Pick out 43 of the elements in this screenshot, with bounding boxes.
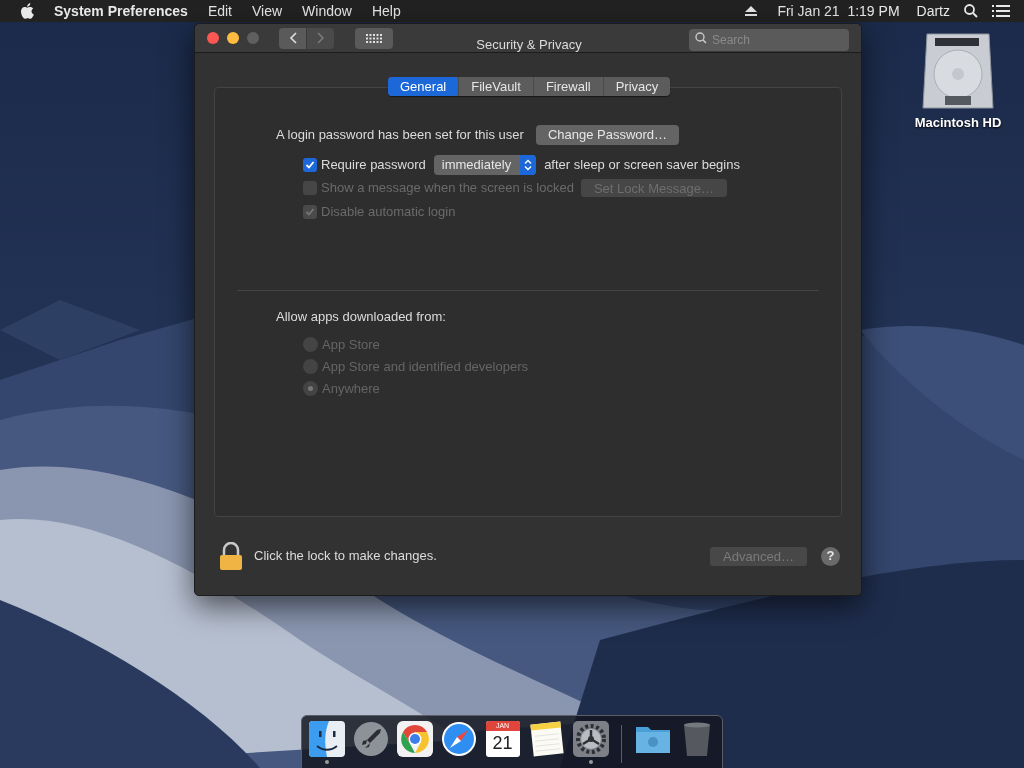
- help-button[interactable]: ?: [821, 546, 840, 566]
- checkbox-label: Require password: [321, 155, 426, 174]
- calendar-day: 21: [492, 731, 513, 755]
- apple-icon[interactable]: [20, 3, 34, 19]
- window-title: Security & Privacy: [475, 36, 583, 54]
- change-password-button[interactable]: Change Password…: [535, 125, 680, 145]
- tab[interactable]: General: [388, 77, 459, 96]
- eject-icon[interactable]: [745, 6, 758, 16]
- browser-icon[interactable]: [396, 721, 433, 757]
- chevron-right-icon: [316, 32, 325, 44]
- show-all-button[interactable]: [355, 27, 393, 49]
- app-menu[interactable]: System Preferences: [54, 0, 188, 22]
- checkbox[interactable]: [303, 157, 317, 172]
- finder-icon[interactable]: [308, 721, 345, 757]
- lock-message: Click the lock to make changes.: [254, 547, 437, 566]
- gear-icon[interactable]: [572, 721, 609, 757]
- notepad-icon[interactable]: [528, 721, 565, 757]
- timing-dropdown[interactable]: immediately: [433, 154, 537, 175]
- back-button[interactable]: [279, 27, 306, 49]
- menu-item[interactable]: Edit: [207, 0, 232, 22]
- checkbox-label: Disable automatic login: [321, 202, 456, 221]
- checkbox-label: Show a message when the screen is locked: [321, 179, 574, 198]
- grid-icon: [366, 33, 382, 43]
- menu-item[interactable]: Help: [371, 0, 401, 22]
- minimize-button[interactable]: [227, 32, 239, 44]
- menu-item[interactable]: Window: [302, 0, 352, 22]
- clock[interactable]: Fri Jan 21 1:19 PM: [777, 0, 900, 22]
- search-icon[interactable]: [964, 4, 978, 18]
- user-menu[interactable]: Dartz: [916, 0, 950, 22]
- option-suffix: after sleep or screen saver begins: [544, 155, 740, 174]
- search-icon: [695, 32, 707, 44]
- compass-icon[interactable]: [440, 721, 477, 757]
- close-button[interactable]: [207, 32, 219, 44]
- section-heading: Allow apps downloaded from:: [276, 308, 447, 326]
- chevron-left-icon: [288, 32, 297, 44]
- menu-item[interactable]: View: [252, 0, 283, 22]
- list-icon[interactable]: [992, 5, 1010, 17]
- desktop-icon-label[interactable]: Macintosh HD: [914, 113, 1002, 133]
- hard-drive-icon[interactable]: [921, 32, 995, 112]
- password-status-text: A login password has been set for this user: [276, 126, 524, 145]
- rocket-icon[interactable]: [352, 721, 389, 757]
- lock-icon[interactable]: [219, 541, 243, 571]
- stepper-icon: [524, 158, 533, 171]
